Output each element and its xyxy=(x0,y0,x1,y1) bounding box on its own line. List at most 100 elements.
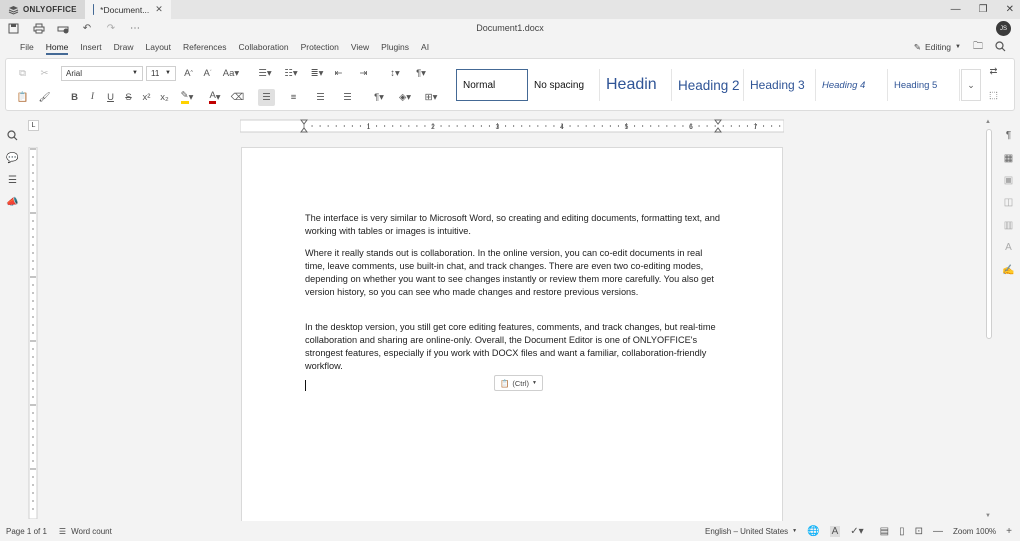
image-settings-icon[interactable]: ▣ xyxy=(1002,174,1015,187)
vertical-scrollbar[interactable]: ▲ ▼ xyxy=(985,119,993,519)
align-right-icon[interactable]: ☰ xyxy=(312,89,329,106)
close-window-icon[interactable]: ✕ xyxy=(1006,4,1014,15)
select-all-icon[interactable]: ⬚ xyxy=(985,87,1002,104)
increase-font-icon[interactable]: A ^ xyxy=(180,65,197,82)
shape-settings-icon[interactable]: ◫ xyxy=(1002,196,1015,209)
paste-options-button[interactable]: 📋 (Ctrl) ▼ xyxy=(494,375,543,391)
tab-selector[interactable]: L xyxy=(28,120,39,131)
increase-indent-icon[interactable]: ⇥ xyxy=(355,65,372,82)
style-heading-4[interactable]: Heading 4 xyxy=(816,69,888,101)
bold-icon[interactable]: B xyxy=(66,89,83,106)
vertical-ruler[interactable] xyxy=(28,147,38,519)
style-heading-1[interactable]: Headin xyxy=(600,69,672,101)
subscript-icon[interactable]: x₂ xyxy=(156,89,173,106)
globe-icon[interactable]: 🌐 xyxy=(807,526,819,537)
tab-home[interactable]: Home xyxy=(40,38,75,56)
highlight-color-button[interactable]: ✎ ▾ xyxy=(175,89,199,106)
line-spacing-icon[interactable]: ↕▾ xyxy=(384,65,406,82)
document-page[interactable]: The interface is very similar to Microso… xyxy=(241,147,783,527)
paragraph-3[interactable]: In the desktop version, you still get co… xyxy=(305,321,723,373)
zoom-in-icon[interactable]: + xyxy=(1006,526,1012,537)
chevron-down-icon: ▼ xyxy=(955,44,961,50)
italic-icon[interactable]: I xyxy=(84,89,101,106)
navigation-icon[interactable]: ☰ xyxy=(6,174,19,187)
justify-icon[interactable]: ☰ xyxy=(339,89,356,106)
bullets-icon[interactable]: ☰▾ xyxy=(254,65,276,82)
tab-plugins[interactable]: Plugins xyxy=(375,38,415,56)
chart-settings-icon[interactable]: ▥ xyxy=(1002,219,1015,232)
expand-styles-icon[interactable]: ⌄ xyxy=(961,69,981,101)
table-settings-icon[interactable]: ▦ xyxy=(1002,152,1015,165)
restore-icon[interactable]: ❐ xyxy=(979,4,988,15)
paste-icon[interactable]: 📋 xyxy=(14,89,31,106)
shading-icon[interactable]: ◈▾ xyxy=(394,89,416,106)
underline-icon[interactable]: U xyxy=(102,89,119,106)
numbering-icon[interactable]: ☷▾ xyxy=(280,65,302,82)
tab-view[interactable]: View xyxy=(345,38,375,56)
font-color-button[interactable]: A ▾ xyxy=(203,89,227,106)
tab-layout[interactable]: Layout xyxy=(140,38,178,56)
find-icon[interactable] xyxy=(6,129,19,142)
scroll-up-icon[interactable]: ▲ xyxy=(985,119,991,125)
style-normal[interactable]: Normal xyxy=(456,69,528,101)
tab-insert[interactable]: Insert xyxy=(74,38,107,56)
user-avatar[interactable]: JS xyxy=(996,21,1011,36)
replace-icon[interactable]: ⇄ xyxy=(985,63,1002,80)
editing-mode-button[interactable]: ✎ Editing ▼ xyxy=(914,42,961,53)
style-heading-2[interactable]: Heading 2 xyxy=(672,69,744,101)
tab-protection[interactable]: Protection xyxy=(295,38,345,56)
change-case-icon[interactable]: Aa▾ xyxy=(220,65,242,82)
superscript-icon[interactable]: x² xyxy=(138,89,155,106)
tab-file[interactable]: File xyxy=(14,38,40,56)
comments-icon[interactable]: 💬 xyxy=(6,152,19,165)
clear-style-icon[interactable]: ⌫ xyxy=(229,89,246,106)
document-tab[interactable]: *Document... ✕ xyxy=(84,0,171,19)
minimize-icon[interactable]: — xyxy=(951,4,961,15)
tab-references[interactable]: References xyxy=(177,38,232,56)
paragraph-2[interactable]: Where it really stands out is collaborat… xyxy=(305,247,723,299)
fit-to-page-icon[interactable]: ▯ xyxy=(899,526,905,537)
close-tab-icon[interactable]: ✕ xyxy=(155,4,163,15)
spell-check-icon[interactable]: A xyxy=(829,525,841,537)
feedback-icon[interactable]: 📣 xyxy=(6,196,19,209)
scrollbar-thumb[interactable] xyxy=(986,129,992,339)
strikethrough-icon[interactable]: S xyxy=(120,89,137,106)
horizontal-ruler[interactable]: 1 2 3 4 5 6 7 xyxy=(240,119,784,133)
copy-style-icon[interactable]: 🖌 xyxy=(36,89,53,106)
copy-icon[interactable]: ⧉ xyxy=(14,65,31,82)
align-left-icon[interactable]: ☰ xyxy=(258,88,275,106)
style-no-spacing[interactable]: No spacing xyxy=(528,69,600,101)
tab-collaboration[interactable]: Collaboration xyxy=(233,38,295,56)
paragraph-settings-icon[interactable]: ¶ xyxy=(1002,129,1015,142)
nonprinting-characters-icon[interactable]: ¶▾ xyxy=(368,89,390,106)
style-heading-5[interactable]: Heading 5 xyxy=(888,69,960,101)
page-counter[interactable]: Page 1 of 1 xyxy=(6,527,47,536)
toolbar-row-1: ⧉ ✂ Arial ▼ 11 ▼ A ^ Aˇ Aa▾ ☰▾ ☷▾ ≣▾ ⇤ ⇥ … xyxy=(14,61,432,85)
decrease-indent-icon[interactable]: ⇤ xyxy=(330,65,347,82)
align-center-icon[interactable]: ≡ xyxy=(285,89,302,106)
tab-draw[interactable]: Draw xyxy=(108,38,140,56)
tab-ai[interactable]: AI xyxy=(415,38,435,56)
zoom-out-icon[interactable]: — xyxy=(933,526,943,537)
text-art-settings-icon[interactable]: A xyxy=(1002,241,1015,254)
zoom-level[interactable]: Zoom 100% xyxy=(953,527,996,536)
scroll-down-icon[interactable]: ▼ xyxy=(985,513,991,519)
style-heading-3[interactable]: Heading 3 xyxy=(744,69,816,101)
font-name-select[interactable]: Arial ▼ xyxy=(61,65,143,81)
borders-icon[interactable]: ⊞▾ xyxy=(420,89,442,106)
multilevel-list-icon[interactable]: ≣▾ xyxy=(306,65,328,82)
track-changes-icon[interactable]: ✓▾ xyxy=(850,526,863,537)
cut-icon[interactable]: ✂ xyxy=(36,65,53,82)
open-file-location-icon[interactable]: 🗀 xyxy=(973,39,983,56)
search-icon[interactable] xyxy=(995,40,1006,54)
decrease-font-icon[interactable]: Aˇ xyxy=(199,65,216,82)
language-select[interactable]: English – United States ▼ xyxy=(705,527,797,536)
signature-settings-icon[interactable]: ✍ xyxy=(1002,264,1015,277)
paragraph-settings-icon[interactable]: ¶▾ xyxy=(410,65,432,82)
word-count-button[interactable]: ☰ Word count xyxy=(59,527,112,536)
fit-to-width-icon[interactable]: ⊡ xyxy=(915,526,923,537)
paragraph-1[interactable]: The interface is very similar to Microso… xyxy=(305,212,723,238)
reading-view-icon[interactable]: ▤ xyxy=(880,526,889,537)
font-size-select[interactable]: 11 ▼ xyxy=(146,65,176,81)
brand-logo[interactable]: ONLYOFFICE xyxy=(0,0,85,19)
